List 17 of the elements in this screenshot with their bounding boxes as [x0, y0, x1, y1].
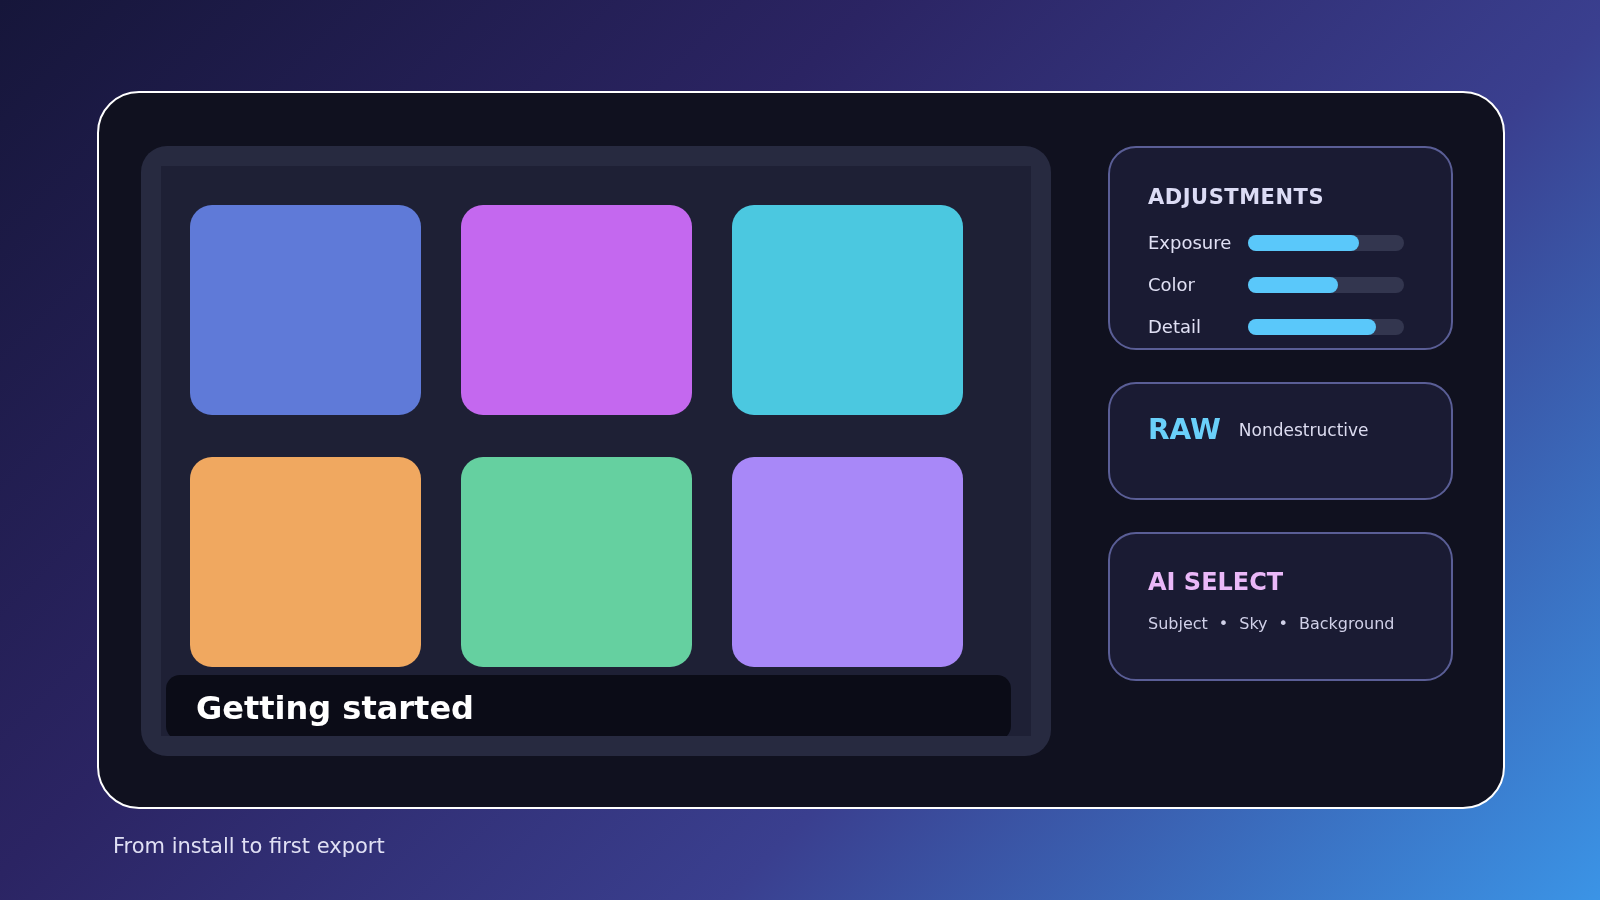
ai-select-title: AI SELECT [1148, 567, 1285, 598]
slider-track[interactable] [1248, 276, 1404, 293]
selection-option: Subject [1148, 612, 1208, 636]
slider-track[interactable] [1248, 318, 1404, 335]
selection-option: Background [1299, 612, 1395, 636]
slider-label: Color [1148, 273, 1196, 297]
caption-bar: Getting started [166, 675, 1011, 736]
slider-label: Detail [1148, 315, 1203, 339]
separator-dot: • [1218, 613, 1229, 635]
slider-track[interactable] [1248, 234, 1404, 251]
slider-label: Exposure [1148, 231, 1233, 255]
selection-option: Sky [1239, 612, 1268, 636]
adjustments-title: ADJUSTMENTS [1148, 184, 1326, 211]
raw-subtitle: Nondestructive [1238, 419, 1369, 442]
separator-dot: • [1278, 613, 1288, 635]
raw-title: RAW [1148, 412, 1221, 448]
footer-caption: From install to first export [113, 833, 386, 860]
